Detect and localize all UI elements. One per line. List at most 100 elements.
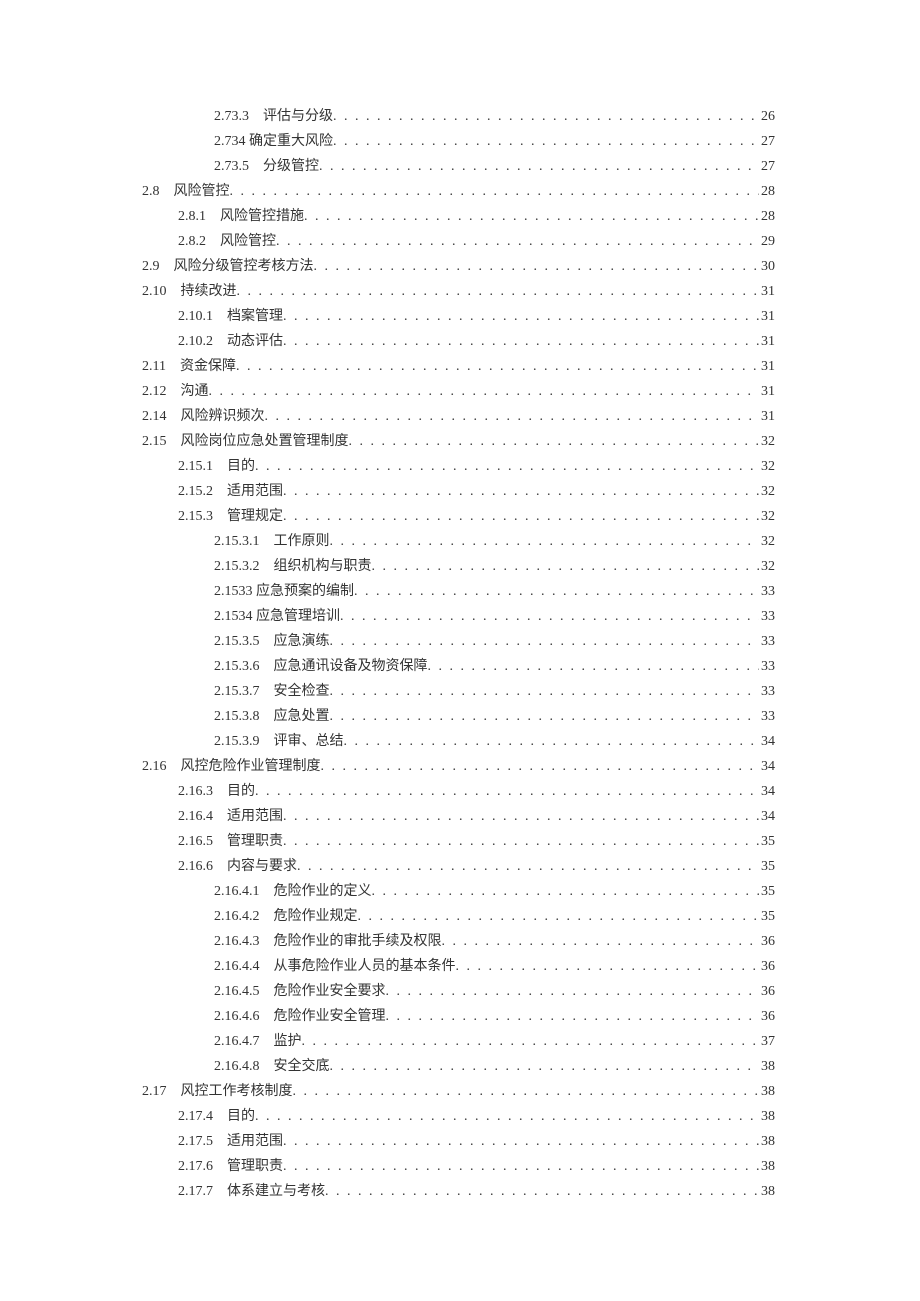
toc-page-number: 32 (759, 485, 775, 499)
toc-page-number: 32 (759, 435, 775, 449)
toc-entry: 2.16.4.3 危险作业的审批手续及权限 36 (142, 935, 775, 949)
toc-entry: 2.17.7 体系建立与考核 38 (142, 1185, 775, 1199)
toc-number: 2.73.3 (214, 109, 249, 124)
toc-title: 危险作业的审批手续及权限 (274, 934, 442, 949)
toc-title: 确定重大风险 (249, 134, 333, 149)
toc-title: 工作原则 (274, 534, 330, 549)
toc-entry: 2.15 风险岗位应急处置管理制度 32 (142, 435, 775, 449)
toc-page-number: 27 (759, 160, 775, 174)
toc-entry: 2.16.3 目的 34 (142, 785, 775, 799)
toc-page-number: 38 (759, 1185, 775, 1199)
toc-leader (209, 385, 760, 399)
toc-entry: 2.15.3.2 组织机构与职责 32 (142, 560, 775, 574)
toc-entry: 2.17 风控工作考核制度 38 (142, 1085, 775, 1099)
toc-entry: 2.17.6 管理职责 38 (142, 1160, 775, 1174)
toc-title: 从事危险作业人员的基本条件 (274, 959, 456, 974)
toc-entry: 2.15.3.1 工作原则 32 (142, 535, 775, 549)
toc-entry: 2.16.4.4 从事危险作业人员的基本条件 36 (142, 960, 775, 974)
toc-number: 2.10.2 (178, 334, 213, 349)
toc-number: 2.16.4.6 (214, 1009, 260, 1024)
toc-entry: 2.12 沟通 31 (142, 385, 775, 399)
toc-number: 2.1534 (214, 609, 253, 624)
toc-page-number: 33 (759, 660, 775, 674)
toc-title: 目的 (227, 459, 255, 474)
toc-page-number: 33 (759, 635, 775, 649)
toc-leader (304, 210, 759, 224)
toc-leader (372, 885, 760, 899)
toc-page-number: 33 (759, 610, 775, 624)
toc-number: 2.16.6 (178, 859, 213, 874)
toc-leader (428, 660, 760, 674)
toc-leader (255, 1110, 759, 1124)
toc-page-number: 31 (759, 385, 775, 399)
toc-title: 档案管理 (227, 309, 283, 324)
toc-leader (255, 785, 759, 799)
toc-title: 沟通 (181, 384, 209, 399)
toc-title: 监护 (274, 1034, 302, 1049)
toc-title: 危险作业安全管理 (274, 1009, 386, 1024)
toc-number: 2.15.3.5 (214, 634, 260, 649)
toc-title: 分级管控 (263, 159, 319, 174)
toc-leader (265, 410, 760, 424)
toc-entry: 2.73.5 分级管控 27 (142, 160, 775, 174)
toc-page-number: 36 (759, 935, 775, 949)
toc-title: 管理职责 (227, 1159, 283, 1174)
toc-entry: 2.15.3.8 应急处置 33 (142, 710, 775, 724)
toc-leader (340, 610, 759, 624)
toc-page: 2.73.3 评估与分级 26 2.734 确定重大风险 27 2.73.5 分级管… (0, 0, 920, 1301)
toc-page-number: 36 (759, 960, 775, 974)
toc-title: 适用范围 (227, 1134, 283, 1149)
toc-entry: 2.10.2 动态评估 31 (142, 335, 775, 349)
toc-title: 危险作业安全要求 (274, 984, 386, 999)
toc-title: 评审、总结 (274, 734, 344, 749)
toc-entry: 2.16.4.8 安全交底 38 (142, 1060, 775, 1074)
toc-leader (293, 1085, 760, 1099)
toc-number: 2.17.7 (178, 1184, 213, 1199)
toc-title: 风险分级管控考核方法 (174, 259, 314, 274)
toc-page-number: 38 (759, 1060, 775, 1074)
toc-list: 2.73.3 评估与分级 26 2.734 确定重大风险 27 2.73.5 分级管… (142, 110, 775, 1199)
toc-number: 2.15.1 (178, 459, 213, 474)
toc-entry: 2.16 风控危险作业管理制度 34 (142, 760, 775, 774)
toc-leader (344, 735, 760, 749)
toc-number: 2.1533 (214, 584, 253, 599)
toc-entry: 2.15.3.5 应急演练 33 (142, 635, 775, 649)
toc-title: 风险管控措施 (220, 209, 304, 224)
toc-leader (283, 1135, 759, 1149)
toc-number: 2.10.1 (178, 309, 213, 324)
toc-title: 应急处置 (274, 709, 330, 724)
toc-number: 2.15.3.2 (214, 559, 260, 574)
toc-title: 风控危险作业管理制度 (181, 759, 321, 774)
toc-entry: 2.734 确定重大风险 27 (142, 135, 775, 149)
toc-entry: 2.16.5 管理职责 35 (142, 835, 775, 849)
toc-entry: 2.15.3 管理规定 32 (142, 510, 775, 524)
toc-number: 2.15.3.6 (214, 659, 260, 674)
toc-page-number: 35 (759, 910, 775, 924)
toc-number: 2.16 (142, 759, 167, 774)
toc-entry: 2.73.3 评估与分级 26 (142, 110, 775, 124)
toc-entry: 2.17.5 适用范围 38 (142, 1135, 775, 1149)
toc-title: 目的 (227, 784, 255, 799)
toc-number: 2.15.3.1 (214, 534, 260, 549)
toc-leader (442, 935, 760, 949)
toc-leader (283, 835, 759, 849)
toc-entry: 2.10.1 档案管理 31 (142, 310, 775, 324)
toc-number: 2.10 (142, 284, 167, 299)
toc-number: 2.16.4.7 (214, 1034, 260, 1049)
toc-entry: 2.15.3.9 评审、总结 34 (142, 735, 775, 749)
toc-page-number: 32 (759, 535, 775, 549)
toc-title: 危险作业的定义 (274, 884, 372, 899)
toc-number: 2.8.1 (178, 209, 206, 224)
toc-leader (283, 1160, 759, 1174)
toc-leader (330, 635, 760, 649)
toc-entry: 2.15.3.6 应急通讯设备及物资保障 33 (142, 660, 775, 674)
toc-leader (386, 985, 760, 999)
toc-page-number: 38 (759, 1160, 775, 1174)
toc-entry: 2.9 风险分级管控考核方法 30 (142, 260, 775, 274)
toc-title: 风险岗位应急处置管理制度 (181, 434, 349, 449)
toc-leader (237, 285, 760, 299)
toc-number: 2.9 (142, 259, 160, 274)
toc-leader (319, 160, 759, 174)
toc-number: 2.17 (142, 1084, 167, 1099)
toc-title: 体系建立与考核 (227, 1184, 325, 1199)
